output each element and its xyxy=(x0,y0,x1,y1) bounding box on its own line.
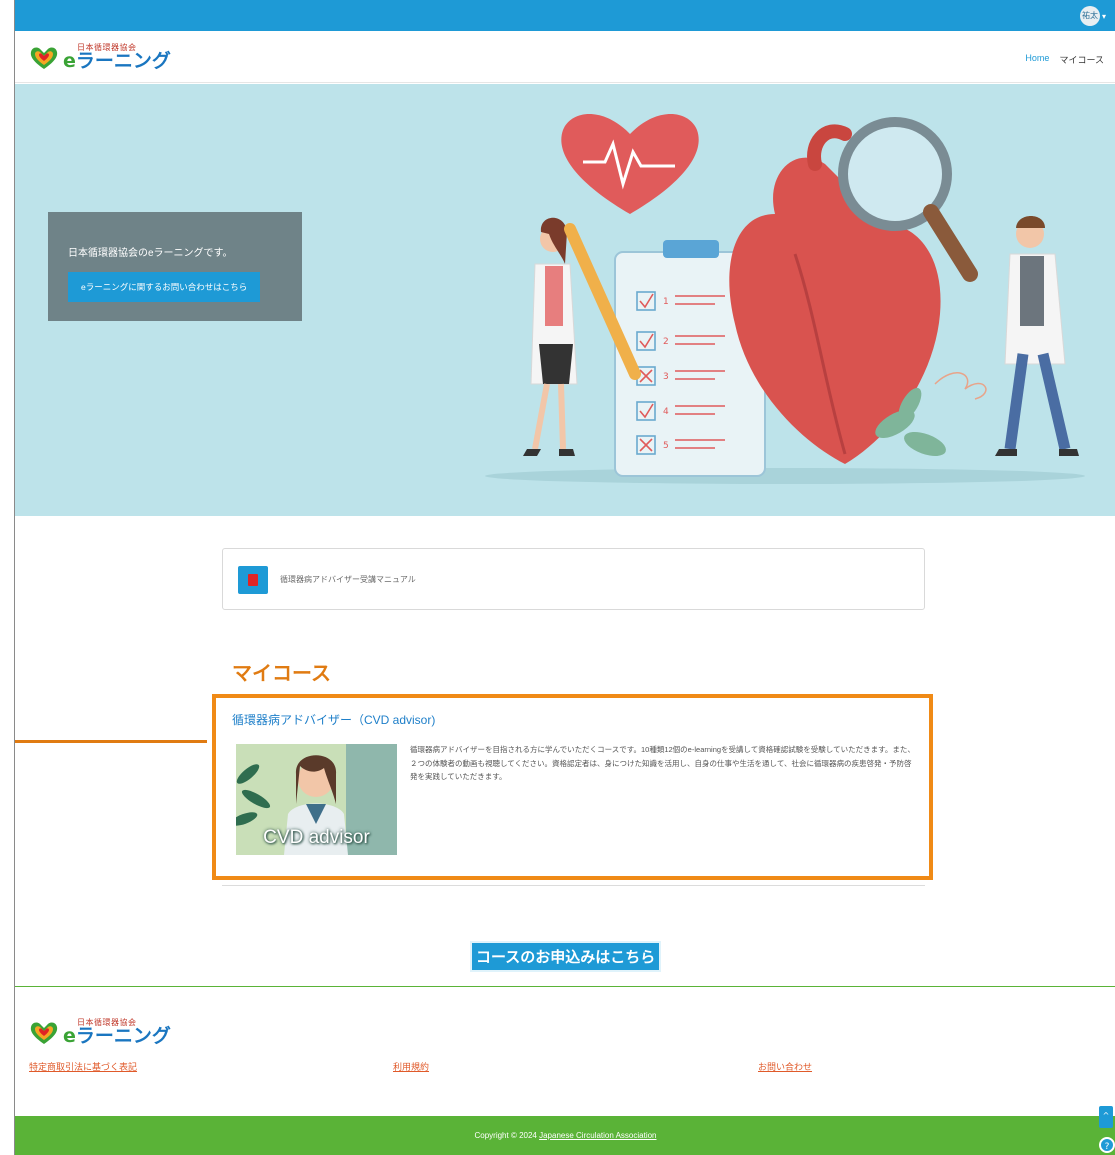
checklist-number: 1 xyxy=(663,297,669,307)
mycourse-heading: マイコース xyxy=(232,661,331,685)
association-link[interactable]: Japanese Circulation Association xyxy=(539,1131,656,1140)
footer-link-commercial-law[interactable]: 特定商取引法に基づく表記 xyxy=(29,1060,137,1073)
nav-home-link[interactable]: Home xyxy=(1025,53,1049,66)
site-logo[interactable]: 日本循環器協会 eラーニング xyxy=(29,44,171,71)
manual-card[interactable]: 循環器病アドバイザー受講マニュアル xyxy=(222,548,925,610)
footer-link-terms[interactable]: 利用規約 xyxy=(393,1060,429,1073)
top-bar: 祐太 ▾ xyxy=(15,0,1115,31)
annotation-pointer-line xyxy=(15,740,207,743)
logo-e-letter: e xyxy=(63,1025,76,1047)
copyright-bar: Copyright © 2024 Japanese Circulation As… xyxy=(15,1116,1115,1155)
contact-button[interactable]: eラーニングに関するお問い合わせはこちら xyxy=(68,272,261,302)
logo-title-rest: ラーニング xyxy=(75,50,171,72)
hero-banner: 日本循環器協会のeラーニングです。 eラーニングに関するお問い合わせはこちら 1… xyxy=(15,84,1115,516)
footer-divider xyxy=(15,986,1115,987)
chevron-down-icon[interactable]: ▾ xyxy=(1102,12,1106,21)
hero-text: 日本循環器協会のeラーニングです。 xyxy=(68,248,233,259)
heart-hands-logo-icon xyxy=(30,47,58,69)
male-doctor-figure xyxy=(995,216,1079,456)
checklist-number: 2 xyxy=(663,337,669,347)
heart-hands-logo-icon xyxy=(30,1022,58,1044)
scroll-top-button[interactable]: ^ xyxy=(1099,1106,1113,1128)
highlight-annotation-box xyxy=(212,694,933,880)
hero-overlay-box: 日本循環器協会のeラーニングです。 eラーニングに関するお問い合わせはこちら xyxy=(48,212,302,321)
logo-title-rest: ラーニング xyxy=(75,1025,171,1047)
user-avatar[interactable]: 祐太 xyxy=(1079,6,1100,26)
browser-page: 祐太 ▾ 日本循環器協会 eラーニング Home マイコース 日本循環器協会のe… xyxy=(14,0,1115,1155)
nav-mycourse-link[interactable]: マイコース xyxy=(1059,53,1104,66)
footer-link-contact[interactable]: お問い合わせ xyxy=(758,1060,812,1073)
main-nav: Home マイコース xyxy=(1025,53,1104,66)
user-menu[interactable]: 祐太 ▾ xyxy=(1079,6,1106,26)
checklist-number: 3 xyxy=(663,372,669,382)
logo-title: eラーニング xyxy=(63,52,171,71)
logo-title: eラーニング xyxy=(63,1027,171,1046)
checklist-number: 4 xyxy=(663,407,669,417)
heart-doctors-illustration: 1 2 3 4 5 xyxy=(485,114,1085,484)
pdf-document-icon xyxy=(238,566,268,594)
divider xyxy=(222,885,925,886)
checklist-number: 5 xyxy=(663,441,669,451)
course-apply-button[interactable]: コースのお申込みはこちら xyxy=(470,941,662,972)
help-icon[interactable]: ? xyxy=(1099,1137,1115,1153)
copyright-text: Copyright © 2024 xyxy=(474,1131,540,1140)
footer-logo[interactable]: 日本循環器協会 eラーニング xyxy=(29,1019,171,1046)
site-header: 日本循環器協会 eラーニング Home マイコース xyxy=(15,31,1115,83)
manual-link[interactable]: 循環器病アドバイザー受講マニュアル xyxy=(280,574,416,585)
logo-e-letter: e xyxy=(63,50,76,72)
